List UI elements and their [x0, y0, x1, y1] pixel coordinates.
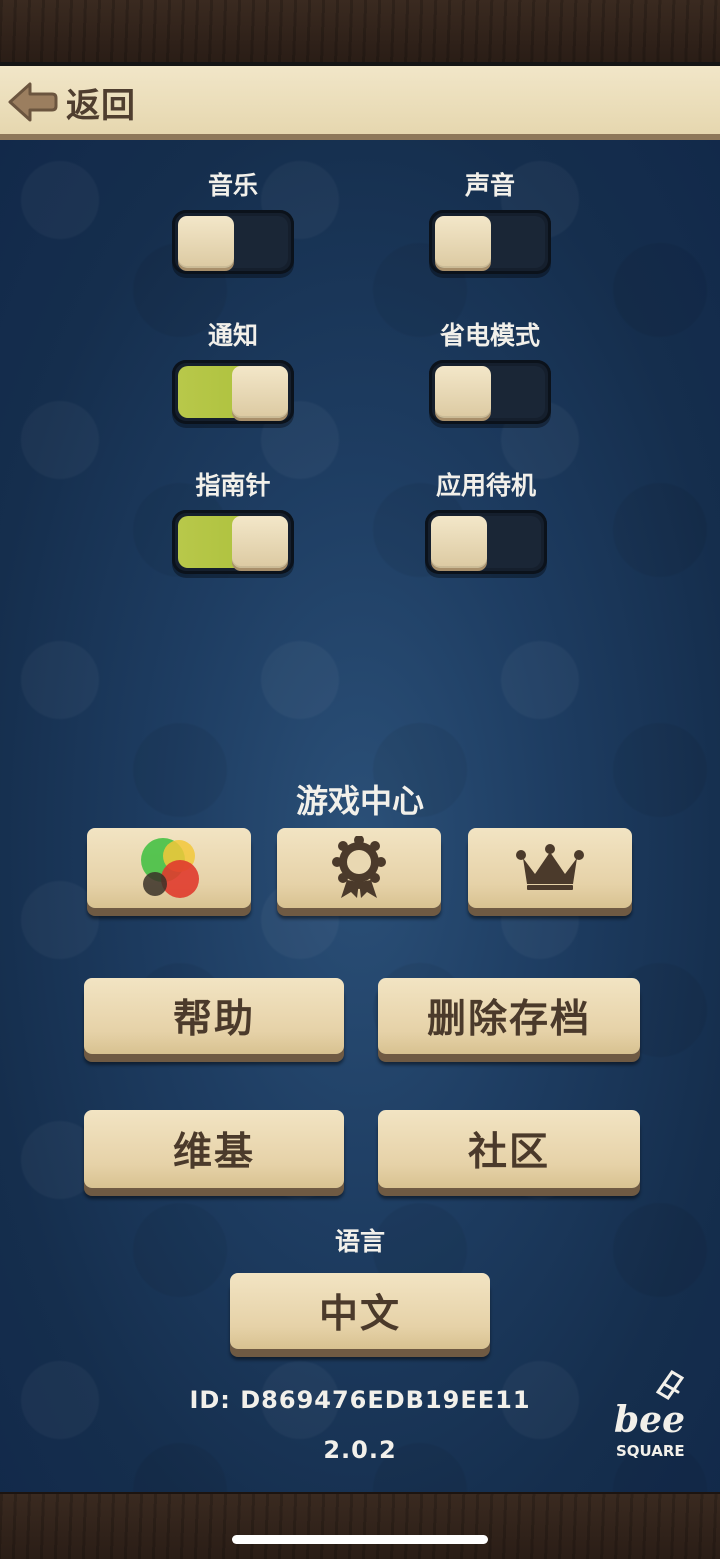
music-label: 音乐: [207, 171, 258, 200]
game-center-icon: [141, 838, 199, 898]
community-label: 社区: [467, 1130, 550, 1175]
back-button[interactable]: 返回: [6, 74, 136, 130]
top-wood-frame: [0, 0, 720, 62]
language-label: 语言: [334, 1227, 385, 1256]
language-button[interactable]: 中文: [230, 1273, 490, 1349]
compass-toggle[interactable]: [172, 510, 294, 574]
delete-save-button[interactable]: 删除存档: [378, 978, 640, 1054]
app-standby-label: 应用待机: [435, 471, 536, 500]
bottom-wood-frame: [0, 1494, 720, 1559]
notification-label: 通知: [207, 321, 258, 350]
help-button[interactable]: 帮助: [84, 978, 344, 1054]
community-button[interactable]: 社区: [378, 1110, 640, 1188]
wiki-button[interactable]: 维基: [84, 1110, 344, 1188]
music-setting: 音乐: [168, 168, 298, 274]
wiki-label: 维基: [172, 1130, 255, 1175]
power-saving-label: 省电模式: [439, 321, 540, 350]
toggle-knob: [178, 216, 234, 268]
achievement-icon: [332, 836, 386, 898]
logo-text-bottom: SQUARE: [616, 1442, 685, 1460]
game-center-button[interactable]: [87, 828, 251, 908]
notification-setting: 通知: [168, 318, 298, 424]
leaderboard-crown-icon: [516, 844, 584, 890]
app-standby-toggle[interactable]: [425, 510, 547, 574]
toggle-knob: [232, 516, 288, 568]
game-center-title: 游戏中心: [295, 782, 424, 820]
sound-toggle[interactable]: [429, 210, 551, 274]
sound-setting: 声音: [425, 168, 555, 274]
logo-text-top: bee: [614, 1399, 685, 1441]
toggle-knob: [435, 366, 491, 418]
power-saving-toggle[interactable]: [429, 360, 551, 424]
power-saving-setting: 省电模式: [425, 318, 555, 424]
bee-square-logo: bee SQUARE: [612, 1362, 690, 1462]
achievements-button[interactable]: [277, 828, 441, 908]
compass-setting: 指南针: [168, 468, 298, 574]
sound-label: 声音: [464, 171, 515, 200]
back-arrow-icon: [8, 82, 58, 122]
notification-toggle[interactable]: [172, 360, 294, 424]
delete-save-label: 删除存档: [426, 997, 591, 1042]
toggle-knob: [232, 366, 288, 418]
app-standby-setting: 应用待机: [421, 468, 551, 574]
back-label: 返回: [66, 85, 136, 126]
compass-label: 指南针: [195, 471, 271, 500]
language-value: 中文: [318, 1292, 401, 1337]
leaderboard-button[interactable]: [468, 828, 632, 908]
home-indicator[interactable]: [232, 1535, 488, 1544]
settings-panel: 音乐 声音 通知 省电模式 指南针 应用待机 游戏中心 帮助 删除存档 维基 社…: [0, 140, 720, 1492]
header-bar: 返回: [0, 62, 720, 140]
toggle-knob: [435, 216, 491, 268]
help-label: 帮助: [172, 997, 255, 1042]
toggle-knob: [431, 516, 487, 568]
music-toggle[interactable]: [172, 210, 294, 274]
